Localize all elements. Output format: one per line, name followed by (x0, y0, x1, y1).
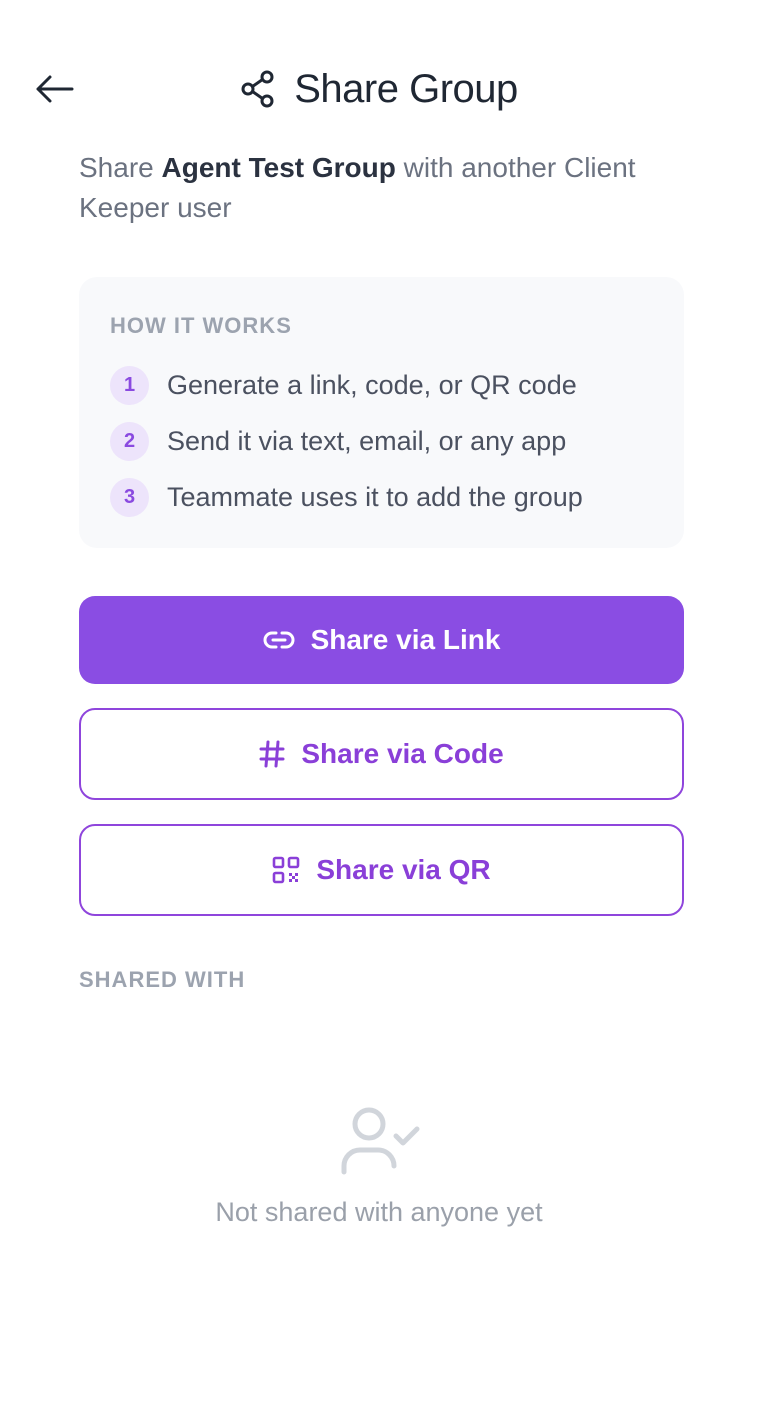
user-check-icon (341, 1107, 420, 1175)
step-item: 1 Generate a link, code, or QR code (110, 365, 577, 405)
share-via-code-label: Share via Code (301, 738, 504, 769)
how-it-works-card: HOW IT WORKS 1 Generate a link, code, or… (79, 277, 684, 548)
step-number-badge: 1 (110, 365, 149, 405)
qr-code-icon (273, 856, 300, 884)
step-number-badge: 3 (110, 477, 149, 517)
how-it-works-heading: HOW IT WORKS (110, 313, 292, 338)
empty-state-text: Not shared with anyone yet (215, 1197, 543, 1227)
link-icon (263, 631, 295, 649)
share-via-link-button[interactable]: Share via Link (79, 596, 684, 684)
share-via-code-button[interactable]: Share via Code (79, 708, 684, 800)
step-number-badge: 2 (110, 421, 149, 461)
description-prefix: Share (79, 152, 162, 183)
page-title: Share Group (294, 66, 518, 111)
step-item: 3 Teammate uses it to add the group (110, 477, 583, 517)
step-text: Send it via text, email, or any app (167, 425, 567, 456)
step-text: Generate a link, code, or QR code (167, 369, 577, 400)
shared-with-heading: SHARED WITH (79, 967, 246, 992)
page-header: Share Group (0, 60, 758, 118)
step-text: Teammate uses it to add the group (167, 481, 583, 512)
share-description: Share Agent Test Group with another Clie… (79, 148, 679, 228)
step-item: 2 Send it via text, email, or any app (110, 421, 566, 461)
share-via-qr-label: Share via QR (316, 854, 491, 885)
share-via-link-label: Share via Link (310, 624, 501, 655)
share-via-qr-button[interactable]: Share via QR (79, 824, 684, 916)
group-name: Agent Test Group (161, 152, 396, 183)
hash-icon (259, 740, 285, 768)
share-icon (241, 70, 274, 108)
share-group-screen: Share Group Share Agent Test Group with … (0, 0, 758, 1416)
